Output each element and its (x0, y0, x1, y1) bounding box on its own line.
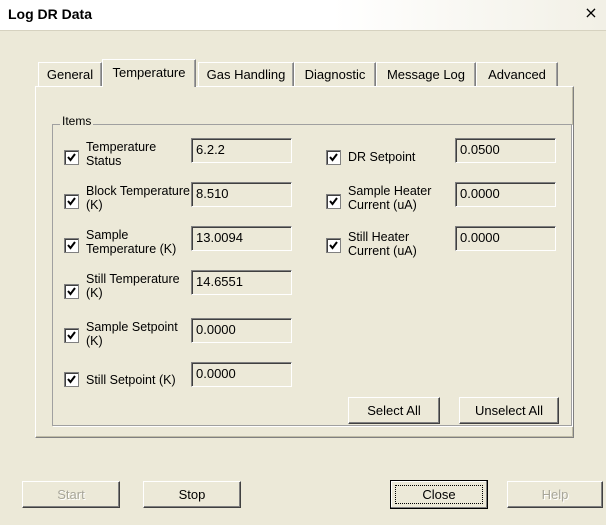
window-title: Log DR Data (8, 6, 92, 22)
checkmark-icon (329, 197, 338, 206)
checkmark-icon (329, 241, 338, 250)
tab-advanced[interactable]: Advanced (476, 62, 558, 86)
item-block-temperature: Block Temperature (K) 8.510 (60, 182, 300, 216)
sample-heater-current-label: Sample Heater Current (uA) (348, 184, 432, 212)
sample-setpoint-field: 0.0000 (191, 318, 292, 343)
start-button[interactable]: Start (22, 481, 120, 508)
help-button[interactable]: Help (507, 481, 603, 508)
sample-temperature-label: Sample Temperature (K) (86, 228, 177, 256)
dr-setpoint-checkbox[interactable] (326, 150, 341, 165)
tab-gas-handling[interactable]: Gas Handling (198, 62, 294, 86)
item-sample-temperature: Sample Temperature (K) 13.0094 (60, 226, 300, 260)
still-setpoint-checkbox[interactable] (64, 372, 79, 387)
item-dr-setpoint: DR Setpoint 0.0500 (322, 138, 562, 172)
checkmark-icon (329, 153, 338, 162)
item-still-heater-current: Still Heater Current (uA) 0.0000 (322, 226, 562, 260)
checkmark-icon (67, 287, 76, 296)
item-sample-setpoint: Sample Setpoint (K) 0.0000 (60, 316, 300, 350)
tab-message-log[interactable]: Message Log (376, 62, 476, 86)
still-heater-current-field: 0.0000 (455, 226, 556, 251)
tab-general[interactable]: General (38, 62, 102, 86)
checkmark-icon (67, 331, 76, 340)
tab-temperature[interactable]: Temperature (102, 59, 196, 87)
dr-setpoint-field: 0.0500 (455, 138, 556, 163)
checkmark-icon (67, 241, 76, 250)
select-all-button[interactable]: Select All (348, 397, 440, 424)
close-icon[interactable]: × (582, 4, 600, 22)
sample-temperature-checkbox[interactable] (64, 238, 79, 253)
still-temperature-label: Still Temperature (K) (86, 272, 180, 300)
checkmark-icon (67, 153, 76, 162)
dr-setpoint-label: DR Setpoint (348, 150, 416, 164)
still-temperature-checkbox[interactable] (64, 284, 79, 299)
temperature-status-checkbox[interactable] (64, 150, 79, 165)
sample-setpoint-label: Sample Setpoint (K) (86, 320, 178, 348)
item-temperature-status: Temperature Status 6.2.2 (60, 138, 300, 172)
stop-button[interactable]: Stop (143, 481, 241, 508)
temperature-status-label: Temperature Status (86, 140, 157, 168)
sample-temperature-field: 13.0094 (191, 226, 292, 251)
sample-heater-current-field: 0.0000 (455, 182, 556, 207)
sample-heater-current-checkbox[interactable] (326, 194, 341, 209)
still-setpoint-field: 0.0000 (191, 362, 292, 387)
block-temperature-checkbox[interactable] (64, 194, 79, 209)
block-temperature-field: 8.510 (191, 182, 292, 207)
checkmark-icon (67, 375, 76, 384)
sample-setpoint-checkbox[interactable] (64, 328, 79, 343)
temperature-status-field: 6.2.2 (191, 138, 292, 163)
help-button-label: Help (541, 487, 569, 502)
still-temperature-field: 14.6551 (191, 270, 292, 295)
close-button-label: Close (422, 487, 456, 502)
checkmark-icon (67, 197, 76, 206)
item-still-setpoint: Still Setpoint (K) 0.0000 (60, 360, 300, 394)
still-heater-current-label: Still Heater Current (uA) (348, 230, 417, 258)
item-sample-heater-current: Sample Heater Current (uA) 0.0000 (322, 182, 562, 216)
close-button[interactable]: Close (390, 480, 488, 509)
item-still-temperature: Still Temperature (K) 14.6551 (60, 270, 300, 304)
still-heater-current-checkbox[interactable] (326, 238, 341, 253)
still-setpoint-label: Still Setpoint (K) (86, 373, 176, 387)
items-group-label: Items (60, 114, 94, 128)
unselect-all-button[interactable]: Unselect All (459, 397, 559, 424)
block-temperature-label: Block Temperature (K) (86, 184, 190, 212)
tab-diagnostic[interactable]: Diagnostic (294, 62, 376, 86)
title-bar: Log DR Data × (0, 0, 606, 31)
